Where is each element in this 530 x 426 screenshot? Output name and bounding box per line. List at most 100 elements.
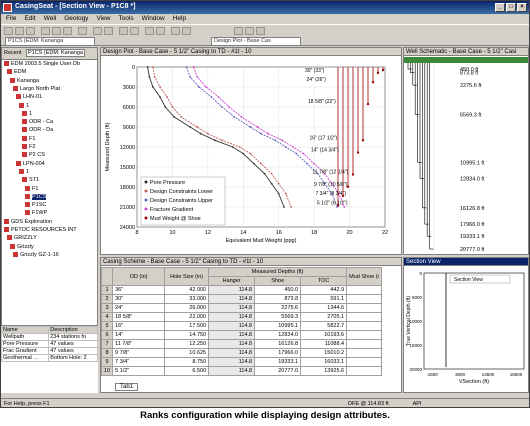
refresh-icon[interactable] <box>171 27 180 35</box>
menu-file[interactable]: File <box>6 14 16 24</box>
open-icon[interactable] <box>15 27 24 35</box>
hanger-cell[interactable]: 114.8 <box>208 330 256 340</box>
tree-item[interactable]: LPN-004 <box>16 161 45 168</box>
well-selector[interactable]: P1CS (EDM: Kananga <box>5 37 95 46</box>
mud-shoe-cell[interactable] <box>346 294 382 304</box>
table-cell[interactable]: 591.1 <box>300 294 348 304</box>
zoom-icon[interactable] <box>119 27 128 35</box>
table-cell[interactable]: 24" <box>112 303 166 313</box>
tree-item[interactable]: Grizzly <box>10 244 34 251</box>
mud-shoe-cell[interactable] <box>346 357 382 367</box>
table-row[interactable]: 7 11 7/8" 12.250 114.8 16126.8 11088.4 <box>101 339 382 349</box>
title-bar[interactable]: CasingSeat - [Section View - P1C8 *] _ □… <box>1 1 529 14</box>
new-icon[interactable] <box>4 27 13 35</box>
table-row[interactable]: 1 36" 42.000 114.8 450.0 442.9 <box>101 285 382 295</box>
table-icon[interactable] <box>156 27 165 35</box>
mud-shoe-cell[interactable] <box>346 366 382 376</box>
tree-item[interactable]: F2 <box>22 144 35 151</box>
tree-item[interactable]: GDS Exploration <box>4 219 52 226</box>
close-button[interactable]: × <box>517 3 527 12</box>
calc-icon[interactable] <box>182 27 191 35</box>
tree-item[interactable]: ST1 <box>22 177 39 184</box>
mud-shoe-cell[interactable] <box>346 348 382 358</box>
table-cell[interactable]: 22.000 <box>164 312 210 322</box>
tree-item[interactable]: P1CS <box>25 193 47 201</box>
menu-tools[interactable]: Tools <box>118 14 133 24</box>
table-cell[interactable]: 12.250 <box>164 339 210 349</box>
table-cell[interactable]: 8.750 <box>164 357 210 367</box>
paste-icon[interactable] <box>63 27 72 35</box>
lm-icon[interactable] <box>245 27 254 35</box>
table-cell[interactable]: 26.000 <box>164 303 210 313</box>
table-cell[interactable]: 1344.6 <box>300 303 348 313</box>
menu-geology[interactable]: Geology <box>64 14 88 24</box>
tab-recent[interactable]: Recent <box>4 50 21 56</box>
table-cell[interactable]: 16" <box>112 321 166 331</box>
mud-shoe-cell[interactable] <box>346 339 382 349</box>
table-row[interactable]: 10 5 1/2" 6.500 114.8 20777.0 13925.6 <box>101 366 382 376</box>
cut-icon[interactable] <box>41 27 50 35</box>
hanger-cell[interactable]: 114.8 <box>208 312 256 322</box>
table-row[interactable]: 2 30" 33.000 114.8 873.8 591.1 <box>101 294 382 304</box>
bc-icon[interactable] <box>234 27 243 35</box>
table-cell[interactable]: 17.500 <box>164 321 210 331</box>
tree-item[interactable]: Largo North Plat <box>13 86 60 93</box>
table-cell[interactable]: 11 7/8" <box>112 339 166 349</box>
explorer-combo[interactable]: P1CS (EDM: Kananga <box>25 49 85 57</box>
table-cell[interactable]: 16033.1 <box>300 357 348 367</box>
design-selector[interactable]: Design Plot - Base Cas <box>211 37 301 46</box>
table-cell[interactable]: 450.0 <box>254 285 302 295</box>
tree-item[interactable]: 1 <box>19 169 29 176</box>
tree-item[interactable]: F1 <box>22 136 35 143</box>
tree-item[interactable]: LHN-01 <box>16 94 42 101</box>
table-cell[interactable]: 2275.6 <box>254 303 302 313</box>
tree-item[interactable]: EDM 2003.5 Single User Db <box>4 61 80 68</box>
mud-shoe-cell[interactable] <box>346 330 382 340</box>
ds-icon[interactable] <box>256 27 265 35</box>
table-cell[interactable]: 442.9 <box>300 285 348 295</box>
table-row[interactable]: 6 14" 14.750 114.8 12834.0 10193.6 <box>101 330 382 340</box>
table-cell[interactable]: 15010.2 <box>300 348 348 358</box>
tree-item[interactable]: F1WP <box>25 210 47 217</box>
table-cell[interactable]: 17966.0 <box>254 348 302 358</box>
tree-item[interactable]: P2 CS <box>22 152 45 159</box>
hanger-cell[interactable]: 114.8 <box>208 294 256 304</box>
table-cell[interactable]: 10.625 <box>164 348 210 358</box>
table-cell[interactable]: 873.8 <box>254 294 302 304</box>
menu-well[interactable]: Well <box>44 14 57 24</box>
table-row[interactable]: 4 18 5/8" 22.000 114.8 5569.3 2705.1 <box>101 312 382 322</box>
casing-scheme-table[interactable]: OD (in) Hole Size (in) Measured Depths (… <box>101 267 382 376</box>
table-cell[interactable]: 42.000 <box>164 285 210 295</box>
copy-icon[interactable] <box>52 27 61 35</box>
table-cell[interactable]: 13925.6 <box>300 366 348 376</box>
mud-shoe-cell[interactable] <box>346 303 382 313</box>
table-cell[interactable]: 11088.4 <box>300 339 348 349</box>
table-row[interactable]: 3 24" 26.000 114.8 2275.6 1344.6 <box>101 303 382 313</box>
table-cell[interactable]: 20777.0 <box>254 366 302 376</box>
table-row[interactable]: 89 7/8" 10.625 114.8 17966.0 15010.2 <box>101 348 382 358</box>
table-row[interactable]: Frac Gradient 47 values <box>1 347 98 355</box>
tree-item[interactable]: PETOC RESOURCES INT <box>4 227 77 234</box>
table-cell[interactable]: 14.750 <box>164 330 210 340</box>
save-icon[interactable] <box>26 27 35 35</box>
tree-item[interactable]: Grizzly GZ-1-16 <box>13 252 59 259</box>
undo-icon[interactable] <box>93 27 102 35</box>
chart-icon[interactable] <box>145 27 154 35</box>
menu-edit[interactable]: Edit <box>24 14 35 24</box>
minimize-button[interactable]: _ <box>495 3 505 12</box>
mud-shoe-cell[interactable] <box>346 321 382 331</box>
table-cell[interactable]: 18 5/8" <box>112 312 166 322</box>
tree-item[interactable]: EDM <box>7 69 26 76</box>
table-row[interactable]: Pore Pressure 47 values <box>1 340 98 348</box>
well-schematic-drawing[interactable]: 450.0 ft873.8 ft2275.6 ft5569.3 ft10995.… <box>404 57 528 255</box>
table-cell[interactable]: 14" <box>112 330 166 340</box>
sheet-tab[interactable]: Tab1 <box>115 383 139 391</box>
redo-icon[interactable] <box>104 27 113 35</box>
print-icon[interactable] <box>78 27 87 35</box>
tree-item[interactable]: P1SC <box>25 202 46 209</box>
table-cell[interactable]: 7 3/4" <box>112 357 166 367</box>
table-cell[interactable]: 19333.1 <box>254 357 302 367</box>
design-plot-chart[interactable]: 8 10 12 14 16 18 20 22 0 3000 6000 9000 12000 15000 18… <box>101 57 401 255</box>
table-row[interactable]: Wellpath 234 stations fo <box>1 333 98 341</box>
hanger-cell[interactable]: 114.8 <box>208 357 256 367</box>
